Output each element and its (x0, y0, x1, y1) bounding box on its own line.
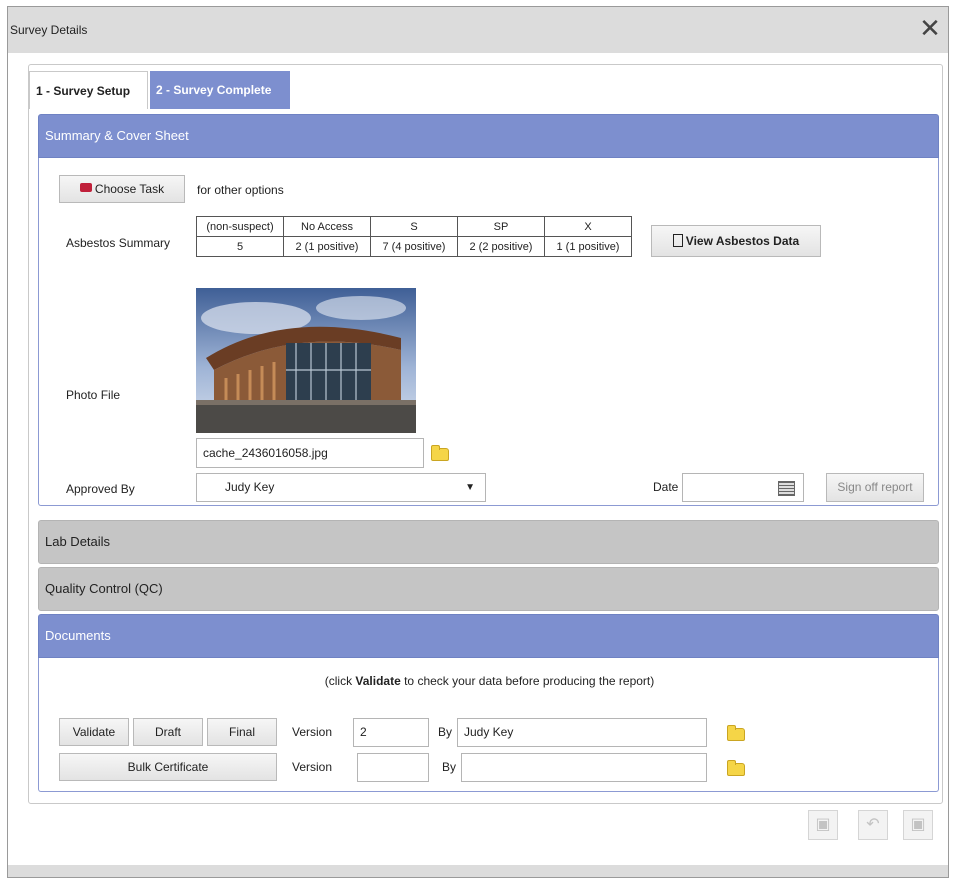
tab-container: 1 - Survey Setup 2 - Survey Complete Sum… (28, 64, 943, 804)
folder-icon[interactable] (727, 760, 745, 776)
final-button[interactable]: Final (207, 718, 277, 746)
hint-suffix: to check your data before producing the … (400, 674, 655, 688)
asbestos-summary-label: Asbestos Summary (66, 236, 171, 250)
close-icon[interactable]: ✕ (918, 15, 942, 41)
folder-icon[interactable] (727, 725, 745, 741)
building-photo (196, 288, 416, 433)
bulk-certificate-button[interactable]: Bulk Certificate (59, 753, 277, 781)
asbestos-header-cell: S (370, 216, 458, 237)
undo-icon[interactable]: ↶ (858, 810, 888, 840)
approved-by-value: Judy Key (225, 480, 275, 494)
save-icon[interactable]: ▣ (808, 810, 838, 840)
save-and-close-icon[interactable]: ▣ (903, 810, 933, 840)
asbestos-value-cell: 2 (2 positive) (457, 236, 545, 257)
asbestos-value-cell: 1 (1 positive) (544, 236, 632, 257)
summary-panel-header[interactable]: Summary & Cover Sheet (38, 114, 939, 158)
bulk-version-label: Version (292, 760, 333, 774)
validate-button[interactable]: Validate (59, 718, 129, 746)
photo-filename-field[interactable]: cache_2436016058.jpg (196, 438, 424, 468)
by-field[interactable]: Judy Key (457, 718, 707, 747)
version-field[interactable]: 2 (353, 718, 429, 747)
draft-button[interactable]: Draft (133, 718, 203, 746)
documents-panel-header[interactable]: Documents (38, 614, 939, 658)
asbestos-header-row: (non-suspect) No Access S SP X (196, 216, 632, 237)
bulk-by-label: By (442, 760, 457, 774)
tab-survey-setup[interactable]: 1 - Survey Setup (29, 71, 148, 109)
status-bar (8, 865, 948, 877)
qc-panel-header[interactable]: Quality Control (QC) (38, 567, 939, 611)
asbestos-value-row: 5 2 (1 positive) 7 (4 positive) 2 (2 pos… (196, 236, 632, 257)
asbestos-value-cell: 7 (4 positive) (370, 236, 458, 257)
survey-details-dialog: Survey Details ✕ 1 - Survey Setup 2 - Su… (7, 6, 949, 878)
asbestos-summary-table: (non-suspect) No Access S SP X 5 2 (1 po… (196, 216, 632, 257)
asbestos-header-cell: X (544, 216, 632, 237)
date-field[interactable] (682, 473, 804, 502)
dropdown-arrow-icon: ▼ (465, 482, 475, 493)
toolbox-icon (79, 183, 92, 193)
asbestos-value-cell: 2 (1 positive) (283, 236, 371, 257)
documents-panel-body: (click Validate to check your data befor… (38, 658, 939, 792)
by-label: By (438, 725, 453, 739)
tab-survey-complete[interactable]: 2 - Survey Complete (150, 71, 290, 109)
folder-icon[interactable] (431, 445, 449, 461)
hint-validate: Validate (355, 674, 401, 688)
dialog-title: Survey Details (10, 23, 88, 37)
hint-prefix: (click (324, 674, 356, 688)
version-label: Version (292, 725, 333, 739)
sign-off-report-button[interactable]: Sign off report (826, 473, 924, 502)
view-asbestos-data-button[interactable]: View Asbestos Data (651, 225, 821, 257)
calendar-icon (778, 481, 795, 496)
photo-file-label: Photo File (66, 388, 121, 402)
documents-hint: (click Validate to check your data befor… (39, 674, 940, 688)
bulk-version-field[interactable] (357, 753, 429, 782)
choose-task-hint: for other options (197, 183, 284, 197)
document-icon (672, 234, 683, 248)
date-label: Date (653, 480, 679, 494)
approved-by-label: Approved By (66, 482, 135, 496)
lab-details-panel-header[interactable]: Lab Details (38, 520, 939, 564)
asbestos-header-cell: No Access (283, 216, 371, 237)
approved-by-select[interactable]: Judy Key ▼ (196, 473, 486, 502)
summary-panel-body: Choose Task for other options Asbestos S… (38, 158, 939, 506)
choose-task-button[interactable]: Choose Task (59, 175, 185, 203)
asbestos-header-cell: (non-suspect) (196, 216, 284, 237)
asbestos-header-cell: SP (457, 216, 545, 237)
choose-task-label: Choose Task (94, 182, 165, 196)
dialog-titlebar: Survey Details ✕ (8, 7, 948, 53)
view-asbestos-label: View Asbestos Data (685, 234, 800, 248)
asbestos-value-cell: 5 (196, 236, 284, 257)
bulk-by-field[interactable] (461, 753, 707, 782)
